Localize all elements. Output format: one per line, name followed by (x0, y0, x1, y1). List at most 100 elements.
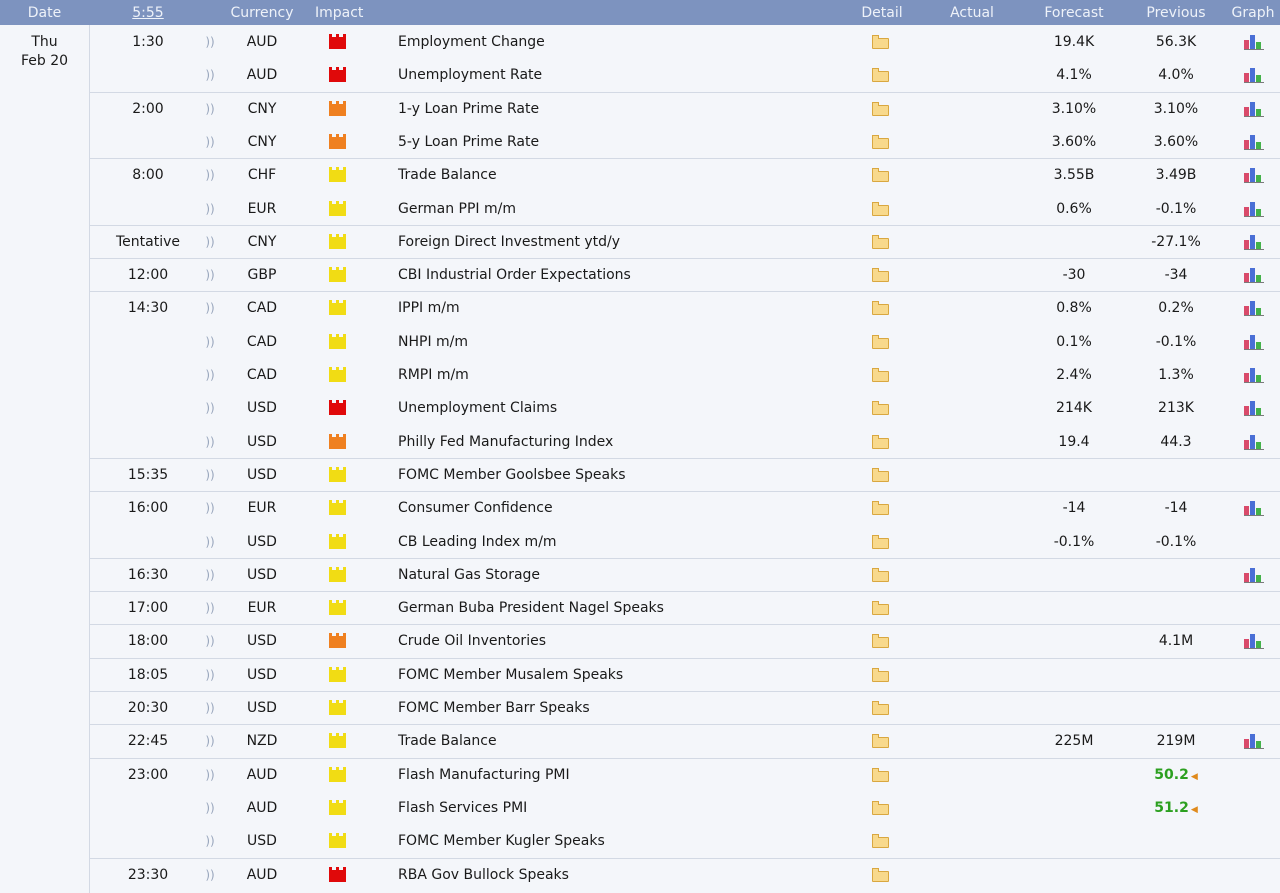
graph-icon[interactable] (1244, 92, 1264, 125)
event-title[interactable]: FOMC Member Musalem Speaks (398, 658, 838, 691)
impact-low-icon[interactable] (329, 158, 347, 191)
detail-folder-icon[interactable] (872, 158, 890, 191)
impact-low-icon[interactable] (329, 591, 347, 624)
sound-alert-icon[interactable]: )) (200, 58, 220, 91)
event-title[interactable]: Trade Balance (398, 158, 838, 191)
detail-folder-icon[interactable] (872, 358, 890, 391)
impact-medium-icon[interactable] (329, 425, 347, 458)
impact-low-icon[interactable] (329, 525, 347, 558)
event-title[interactable]: Crude Oil Inventories (398, 624, 838, 657)
impact-medium-icon[interactable] (329, 624, 347, 657)
event-title[interactable]: German PPI m/m (398, 192, 838, 225)
impact-low-icon[interactable] (329, 258, 347, 291)
event-title[interactable]: NHPI m/m (398, 325, 838, 358)
detail-folder-icon[interactable] (872, 791, 890, 824)
detail-folder-icon[interactable] (872, 691, 890, 724)
event-title[interactable]: 1-y Loan Prime Rate (398, 92, 838, 125)
sound-alert-icon[interactable]: )) (200, 591, 220, 624)
sound-alert-icon[interactable]: )) (200, 458, 220, 491)
detail-folder-icon[interactable] (872, 125, 890, 158)
detail-folder-icon[interactable] (872, 25, 890, 58)
detail-folder-icon[interactable] (872, 425, 890, 458)
sound-alert-icon[interactable]: )) (200, 724, 220, 757)
detail-folder-icon[interactable] (872, 192, 890, 225)
impact-low-icon[interactable] (329, 758, 347, 791)
sound-alert-icon[interactable]: )) (200, 291, 220, 324)
detail-folder-icon[interactable] (872, 624, 890, 657)
detail-folder-icon[interactable] (872, 525, 890, 558)
detail-folder-icon[interactable] (872, 225, 890, 258)
event-title[interactable]: FOMC Member Goolsbee Speaks (398, 458, 838, 491)
sound-alert-icon[interactable]: )) (200, 158, 220, 191)
sound-alert-icon[interactable]: )) (200, 758, 220, 791)
graph-icon[interactable] (1244, 391, 1264, 424)
sound-alert-icon[interactable]: )) (200, 25, 220, 58)
detail-folder-icon[interactable] (872, 558, 890, 591)
event-title[interactable]: 5-y Loan Prime Rate (398, 125, 838, 158)
sound-alert-icon[interactable]: )) (200, 125, 220, 158)
impact-medium-icon[interactable] (329, 92, 347, 125)
event-title[interactable]: German Buba President Nagel Speaks (398, 591, 838, 624)
detail-folder-icon[interactable] (872, 325, 890, 358)
graph-icon[interactable] (1244, 724, 1264, 757)
impact-medium-icon[interactable] (329, 125, 347, 158)
sound-alert-icon[interactable]: )) (200, 791, 220, 824)
event-title[interactable]: RBA Gov Bullock Speaks (398, 858, 838, 891)
sound-alert-icon[interactable]: )) (200, 691, 220, 724)
sound-alert-icon[interactable]: )) (200, 658, 220, 691)
graph-icon[interactable] (1244, 358, 1264, 391)
sound-alert-icon[interactable]: )) (200, 624, 220, 657)
sound-alert-icon[interactable]: )) (200, 824, 220, 857)
event-title[interactable]: Foreign Direct Investment ytd/y (398, 225, 838, 258)
graph-icon[interactable] (1244, 225, 1264, 258)
impact-high-icon[interactable] (329, 58, 347, 91)
sound-alert-icon[interactable]: )) (200, 491, 220, 524)
event-title[interactable]: RMPI m/m (398, 358, 838, 391)
graph-icon[interactable] (1244, 425, 1264, 458)
detail-folder-icon[interactable] (872, 858, 890, 891)
sound-alert-icon[interactable]: )) (200, 92, 220, 125)
graph-icon[interactable] (1244, 325, 1264, 358)
impact-high-icon[interactable] (329, 858, 347, 891)
event-title[interactable]: Consumer Confidence (398, 491, 838, 524)
impact-low-icon[interactable] (329, 724, 347, 757)
detail-folder-icon[interactable] (872, 391, 890, 424)
graph-icon[interactable] (1244, 258, 1264, 291)
current-time-link[interactable]: 5:55 (90, 0, 206, 25)
sound-alert-icon[interactable]: )) (200, 325, 220, 358)
graph-icon[interactable] (1244, 58, 1264, 91)
impact-low-icon[interactable] (329, 192, 347, 225)
graph-icon[interactable] (1244, 158, 1264, 191)
event-title[interactable]: Natural Gas Storage (398, 558, 838, 591)
event-title[interactable]: CB Leading Index m/m (398, 525, 838, 558)
sound-alert-icon[interactable]: )) (200, 258, 220, 291)
detail-folder-icon[interactable] (872, 491, 890, 524)
impact-low-icon[interactable] (329, 658, 347, 691)
event-title[interactable]: Trade Balance (398, 724, 838, 757)
impact-low-icon[interactable] (329, 691, 347, 724)
sound-alert-icon[interactable]: )) (200, 225, 220, 258)
detail-folder-icon[interactable] (872, 591, 890, 624)
revised-arrow-icon[interactable]: ◀ (1191, 772, 1198, 782)
impact-high-icon[interactable] (329, 25, 347, 58)
impact-low-icon[interactable] (329, 824, 347, 857)
impact-low-icon[interactable] (329, 791, 347, 824)
sound-alert-icon[interactable]: )) (200, 358, 220, 391)
detail-folder-icon[interactable] (872, 824, 890, 857)
event-title[interactable]: Philly Fed Manufacturing Index (398, 425, 838, 458)
event-title[interactable]: FOMC Member Barr Speaks (398, 691, 838, 724)
detail-folder-icon[interactable] (872, 258, 890, 291)
detail-folder-icon[interactable] (872, 724, 890, 757)
graph-icon[interactable] (1244, 624, 1264, 657)
sound-alert-icon[interactable]: )) (200, 858, 220, 891)
impact-low-icon[interactable] (329, 358, 347, 391)
event-title[interactable]: Flash Manufacturing PMI (398, 758, 838, 791)
graph-icon[interactable] (1244, 192, 1264, 225)
event-title[interactable]: Unemployment Claims (398, 391, 838, 424)
sound-alert-icon[interactable]: )) (200, 192, 220, 225)
graph-icon[interactable] (1244, 558, 1264, 591)
detail-folder-icon[interactable] (872, 658, 890, 691)
graph-icon[interactable] (1244, 125, 1264, 158)
event-title[interactable]: IPPI m/m (398, 291, 838, 324)
revised-arrow-icon[interactable]: ◀ (1191, 805, 1198, 815)
